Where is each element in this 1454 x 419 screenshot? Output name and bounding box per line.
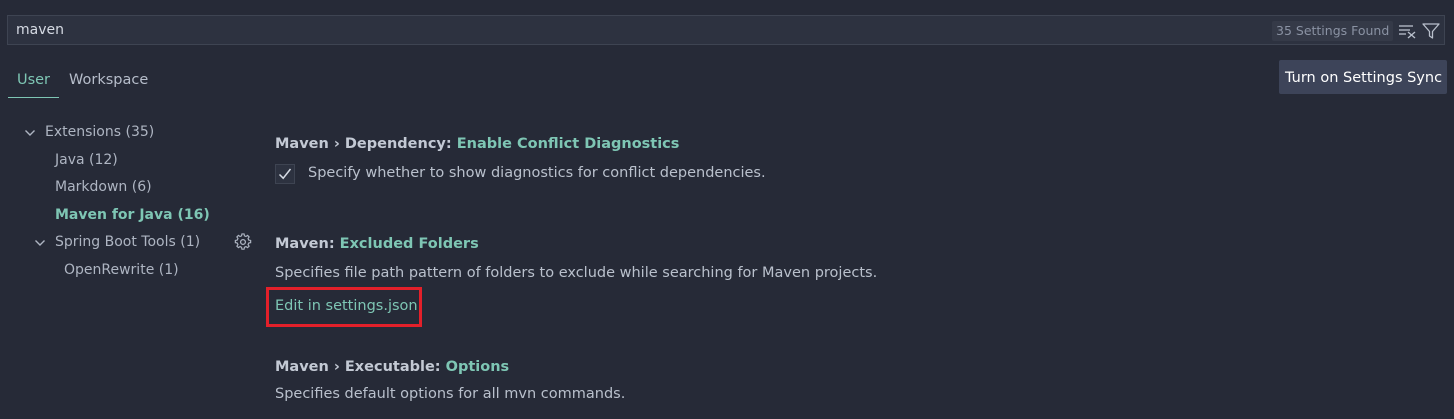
- toc-item-count: (1): [180, 234, 201, 250]
- settings-editor: 35 Settings Found User Workspace Turn on…: [0, 0, 1454, 419]
- toc-item-label: Spring Boot Tools: [55, 234, 176, 250]
- setting-name: Options: [445, 359, 510, 375]
- setting-title-excluded-folders: Maven: Excluded Folders: [275, 236, 479, 252]
- tab-workspace[interactable]: Workspace: [69, 70, 148, 100]
- toc-item-extensions[interactable]: Extensions (35): [45, 121, 154, 143]
- tab-user[interactable]: User: [8, 70, 59, 98]
- toc-item-label: Maven for Java: [55, 207, 173, 223]
- toc-item-maven-for-java[interactable]: Maven for Java (16): [55, 204, 210, 226]
- toc-item-label: Java: [55, 152, 85, 168]
- toc-item-java[interactable]: Java (12): [55, 149, 118, 171]
- setting-description: Specify whether to show diagnostics for …: [308, 165, 766, 181]
- toc-item-label: Markdown: [55, 179, 128, 195]
- settings-search-bar: 35 Settings Found: [7, 15, 1445, 45]
- setting-description: Specifies default options for all mvn co…: [275, 386, 626, 402]
- setting-name: Excluded Folders: [339, 236, 479, 252]
- setting-title-enable-conflict-diagnostics: Maven › Dependency: Enable Conflict Diag…: [275, 136, 679, 152]
- toc-item-count: (35): [125, 124, 155, 140]
- toc-item-spring-boot-tools[interactable]: Spring Boot Tools (1): [55, 231, 200, 253]
- toc-item-count: (1): [158, 262, 179, 278]
- setting-category: Maven › Dependency:: [275, 136, 457, 152]
- setting-category: Maven:: [275, 236, 340, 252]
- turn-on-settings-sync-button[interactable]: Turn on Settings Sync: [1279, 60, 1447, 94]
- enable-conflict-diagnostics-checkbox[interactable]: [275, 164, 295, 184]
- toc-item-label: OpenRewrite: [64, 262, 155, 278]
- chevron-down-icon[interactable]: [34, 237, 46, 249]
- clear-filter-icon[interactable]: [1397, 21, 1417, 41]
- toc-item-count: (12): [89, 152, 118, 168]
- chevron-down-icon[interactable]: [24, 127, 36, 139]
- toc-item-count: (16): [177, 207, 210, 223]
- settings-found-count: 35 Settings Found: [1272, 21, 1394, 41]
- setting-title-executable-options: Maven › Executable: Options: [275, 359, 509, 375]
- setting-description: Specifies file path pattern of folders t…: [275, 265, 878, 281]
- filter-icon[interactable]: [1421, 21, 1441, 41]
- toc-item-count: (6): [131, 179, 152, 195]
- settings-search-input[interactable]: [16, 20, 1216, 40]
- toc-item-markdown[interactable]: Markdown (6): [55, 176, 152, 198]
- toc-item-openrewrite[interactable]: OpenRewrite (1): [64, 259, 179, 281]
- gear-icon[interactable]: [234, 233, 252, 251]
- check-icon: [278, 168, 292, 180]
- setting-category: Maven › Executable:: [275, 359, 446, 375]
- toc-item-label: Extensions: [45, 124, 122, 140]
- edit-in-settings-json-link[interactable]: Edit in settings.json: [275, 298, 418, 314]
- setting-name: Enable Conflict Diagnostics: [456, 136, 680, 152]
